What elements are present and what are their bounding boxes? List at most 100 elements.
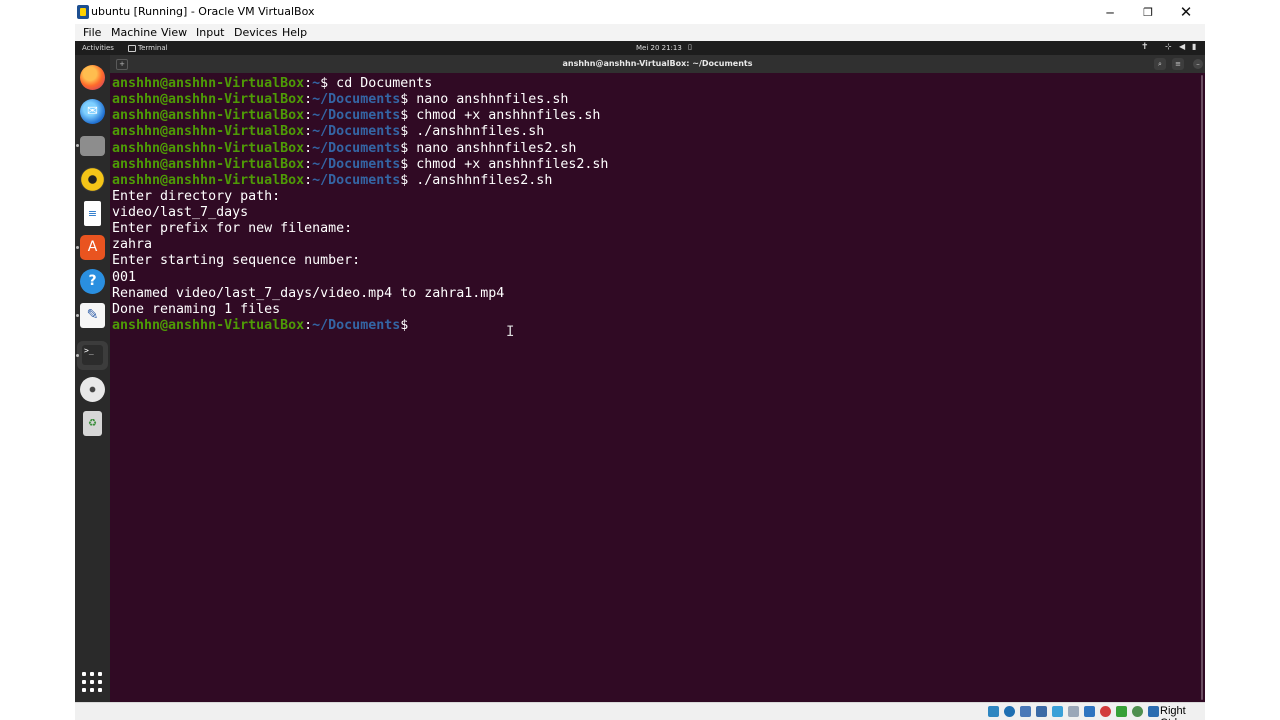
dock-item-files[interactable]	[80, 133, 105, 158]
output-text: Done renaming 1 files	[112, 301, 281, 317]
output-text: Renamed video/last_7_days/video.mp4 to z…	[112, 285, 505, 301]
accessibility-icon[interactable]: ✝	[1141, 42, 1149, 52]
menu-file[interactable]: File	[83, 26, 101, 39]
dock-item-firefox[interactable]	[80, 65, 105, 90]
window-titlebar[interactable]: ubuntu [Running] - Oracle VM VirtualBox …	[75, 0, 1205, 24]
terminal-line: anshhn@anshhn-VirtualBox:~/Documents$ na…	[112, 141, 608, 157]
command-text: $ nano anshhnfiles2.sh	[400, 140, 577, 156]
prompt-separator: :	[304, 317, 313, 333]
prompt-user-host: anshhn@anshhn-VirtualBox	[112, 140, 305, 156]
writer-icon: ≡	[84, 201, 101, 226]
restore-icon[interactable]: ❐	[1129, 0, 1167, 24]
menu-help[interactable]: Help	[282, 26, 307, 39]
clock[interactable]: Mei 20 21:13	[636, 44, 682, 52]
terminal-scrollbar[interactable]	[1201, 75, 1203, 700]
close-icon[interactable]: ✕	[1167, 0, 1205, 24]
prompt-user-host: anshhn@anshhn-VirtualBox	[112, 317, 305, 333]
running-indicator	[76, 246, 79, 249]
prompt-path: ~/Documents	[312, 140, 401, 156]
dock-item-trash[interactable]: ♻	[80, 411, 105, 436]
menu-input[interactable]: Input	[196, 26, 224, 39]
app-menu-label: Terminal	[138, 44, 168, 52]
menu-machine[interactable]: Machine	[111, 26, 157, 39]
clipboard-icon[interactable]	[1068, 706, 1079, 717]
optical-drive-icon[interactable]	[988, 706, 999, 717]
vtx-icon[interactable]	[1116, 706, 1127, 717]
disc-icon	[80, 377, 105, 402]
command-text: $ cd Documents	[320, 76, 433, 91]
usb-icon[interactable]	[1036, 706, 1047, 717]
activities-button[interactable]: Activities	[82, 44, 114, 52]
menu-view[interactable]: View	[161, 26, 187, 39]
output-text: Enter starting sequence number:	[112, 253, 361, 269]
keyboard-icon[interactable]	[1148, 706, 1159, 717]
terminal-line: Done renaming 1 files	[112, 302, 608, 318]
prompt-separator: :	[304, 140, 313, 156]
dock-item-software[interactable]: A	[80, 235, 105, 260]
prompt-path: ~/Documents	[312, 317, 401, 333]
prompt-path: ~/Documents	[312, 156, 401, 172]
minimize-icon[interactable]: ─	[1091, 0, 1129, 24]
virtualbox-window: ubuntu [Running] - Oracle VM VirtualBox …	[75, 0, 1205, 720]
command-text: $ ./anshhnfiles2.sh	[400, 172, 553, 188]
prompt-path: ~/Documents	[312, 124, 401, 140]
dock-item-disc[interactable]	[80, 377, 105, 402]
prompt-separator: :	[304, 76, 313, 91]
rhythmbox-icon	[80, 167, 105, 192]
volume-icon[interactable]: ◀	[1179, 42, 1185, 51]
running-indicator	[76, 144, 79, 147]
bell-icon[interactable]: ▯	[688, 43, 692, 51]
command-text: $ nano anshhnfiles.sh	[400, 92, 569, 108]
command-text: $	[400, 317, 417, 333]
terminal-line: Enter directory path:	[112, 189, 608, 205]
grid-icon[interactable]	[82, 672, 103, 693]
running-indicator	[76, 314, 79, 317]
network-icon[interactable]	[1020, 706, 1031, 717]
terminal-output[interactable]: anshhn@anshhn-VirtualBox:~$ cd Documents…	[110, 73, 1205, 702]
minimize-icon[interactable]: –	[1193, 59, 1203, 69]
command-text: $ chmod +x anshhnfiles2.sh	[400, 156, 609, 172]
ubuntu-top-bar: Activities Terminal Mei 20 21:13 ▯ ✝ ⊹ ◀…	[75, 41, 1205, 55]
terminal-line: anshhn@anshhn-VirtualBox:~/Documents$ ch…	[112, 108, 608, 124]
prompt-user-host: anshhn@anshhn-VirtualBox	[112, 124, 305, 140]
shared-folders-icon[interactable]	[1052, 706, 1063, 717]
text-editor-icon: ✎	[80, 303, 105, 328]
terminal-line: anshhn@anshhn-VirtualBox:~/Documents$ ch…	[112, 157, 608, 173]
dock-item-writer[interactable]: ≡	[80, 201, 105, 226]
dock-item-terminal[interactable]: >_	[77, 341, 108, 370]
mouse-pointer-ibeam-icon: I	[506, 324, 515, 340]
dock-item-rhythmbox[interactable]	[80, 167, 105, 192]
power-icon[interactable]: ▮	[1192, 42, 1196, 51]
help-icon: ?	[80, 269, 105, 294]
terminal-line: anshhn@anshhn-VirtualBox:~/Documents$ ./…	[112, 173, 608, 189]
files-icon	[80, 136, 105, 156]
terminal-headerbar[interactable]: + anshhn@anshhn-VirtualBox: ~/Documents …	[110, 55, 1205, 73]
prompt-separator: :	[304, 108, 313, 124]
prompt-path: ~	[312, 76, 321, 91]
app-menu-terminal[interactable]: Terminal	[128, 44, 168, 52]
dock-item-help[interactable]: ?	[80, 269, 105, 294]
terminal-line: anshhn@anshhn-VirtualBox:~/Documents$ ./…	[112, 124, 608, 140]
display-icon[interactable]	[1084, 706, 1095, 717]
prompt-user-host: anshhn@anshhn-VirtualBox	[112, 156, 305, 172]
recording-icon[interactable]	[1100, 706, 1111, 717]
dock-item-text-editor[interactable]: ✎	[80, 303, 105, 328]
search-icon[interactable]: ⌕	[1154, 58, 1166, 70]
host-key-label: Right Ctrl	[1160, 705, 1186, 720]
terminal-lines: anshhn@anshhn-VirtualBox:~$ cd Documents…	[112, 76, 608, 334]
command-text: $ ./anshhnfiles.sh	[400, 124, 545, 140]
hamburger-menu-icon[interactable]: ≡	[1172, 58, 1184, 70]
dock-item-thunderbird[interactable]: ✉	[80, 99, 105, 124]
prompt-separator: :	[304, 92, 313, 108]
terminal-line: anshhn@anshhn-VirtualBox:~$ cd Documents	[112, 76, 608, 92]
terminal-line: anshhn@anshhn-VirtualBox:~/Documents$	[112, 318, 608, 334]
mouse-integration-icon[interactable]	[1132, 706, 1143, 717]
network-icon[interactable]: ⊹	[1165, 42, 1172, 51]
command-text: $ chmod +x anshhnfiles.sh	[400, 108, 601, 124]
prompt-path: ~/Documents	[312, 108, 401, 124]
output-text: Enter directory path:	[112, 188, 281, 204]
menu-devices[interactable]: Devices	[234, 26, 277, 39]
audio-icon[interactable]	[1004, 706, 1015, 717]
virtualbox-logo-icon	[77, 5, 89, 19]
terminal-line: video/last_7_days	[112, 205, 608, 221]
